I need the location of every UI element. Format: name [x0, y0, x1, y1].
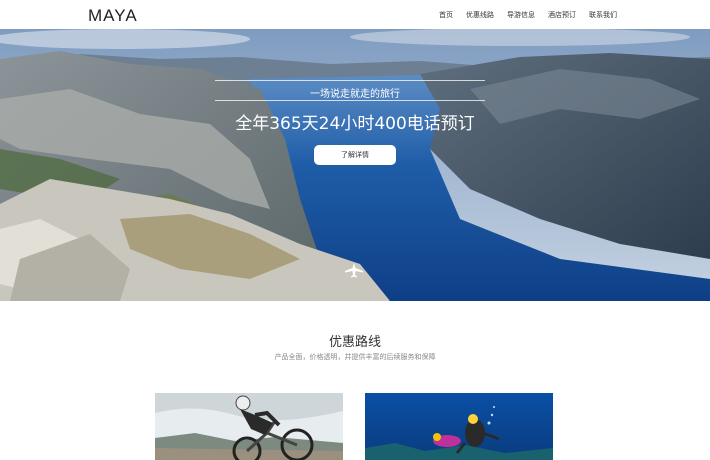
hero-title: 全年365天24小时400电话预订: [235, 114, 475, 134]
hero-subtitle: 一场说走就走的旅行: [310, 89, 400, 100]
site-logo[interactable]: MAYA: [88, 6, 138, 26]
cyclist-photo: [155, 393, 343, 460]
route-card-cycling[interactable]: [155, 393, 343, 460]
main-nav: 首页 优惠线路 导游信息 酒店预订 联系我们: [426, 10, 617, 20]
hero-divider-top: [215, 80, 485, 81]
nav-item-contact[interactable]: 联系我们: [589, 10, 617, 20]
nav-item-home[interactable]: 首页: [439, 10, 453, 20]
nav-item-routes[interactable]: 优惠线路: [466, 10, 494, 20]
diver-photo: [365, 393, 553, 460]
site-header: MAYA 首页 优惠线路 导游信息 酒店预订 联系我们: [0, 0, 710, 30]
plane-icon: [345, 263, 363, 278]
nav-item-hotels[interactable]: 酒店预订: [548, 10, 576, 20]
hero-banner: 一场说走就走的旅行 全年365天24小时400电话预订 了解详情: [0, 29, 710, 301]
hero-divider-bottom: [215, 100, 485, 101]
section-subtitle: 产品全面，价格透明，并提供丰富的后续服务和保障: [274, 353, 436, 361]
section-title: 优惠路线: [328, 335, 381, 350]
hero-landscape-image: [0, 29, 710, 301]
nav-item-guides[interactable]: 导游信息: [507, 10, 535, 20]
route-card-diving[interactable]: [365, 393, 553, 460]
learn-more-button[interactable]: 了解详情: [314, 145, 396, 165]
